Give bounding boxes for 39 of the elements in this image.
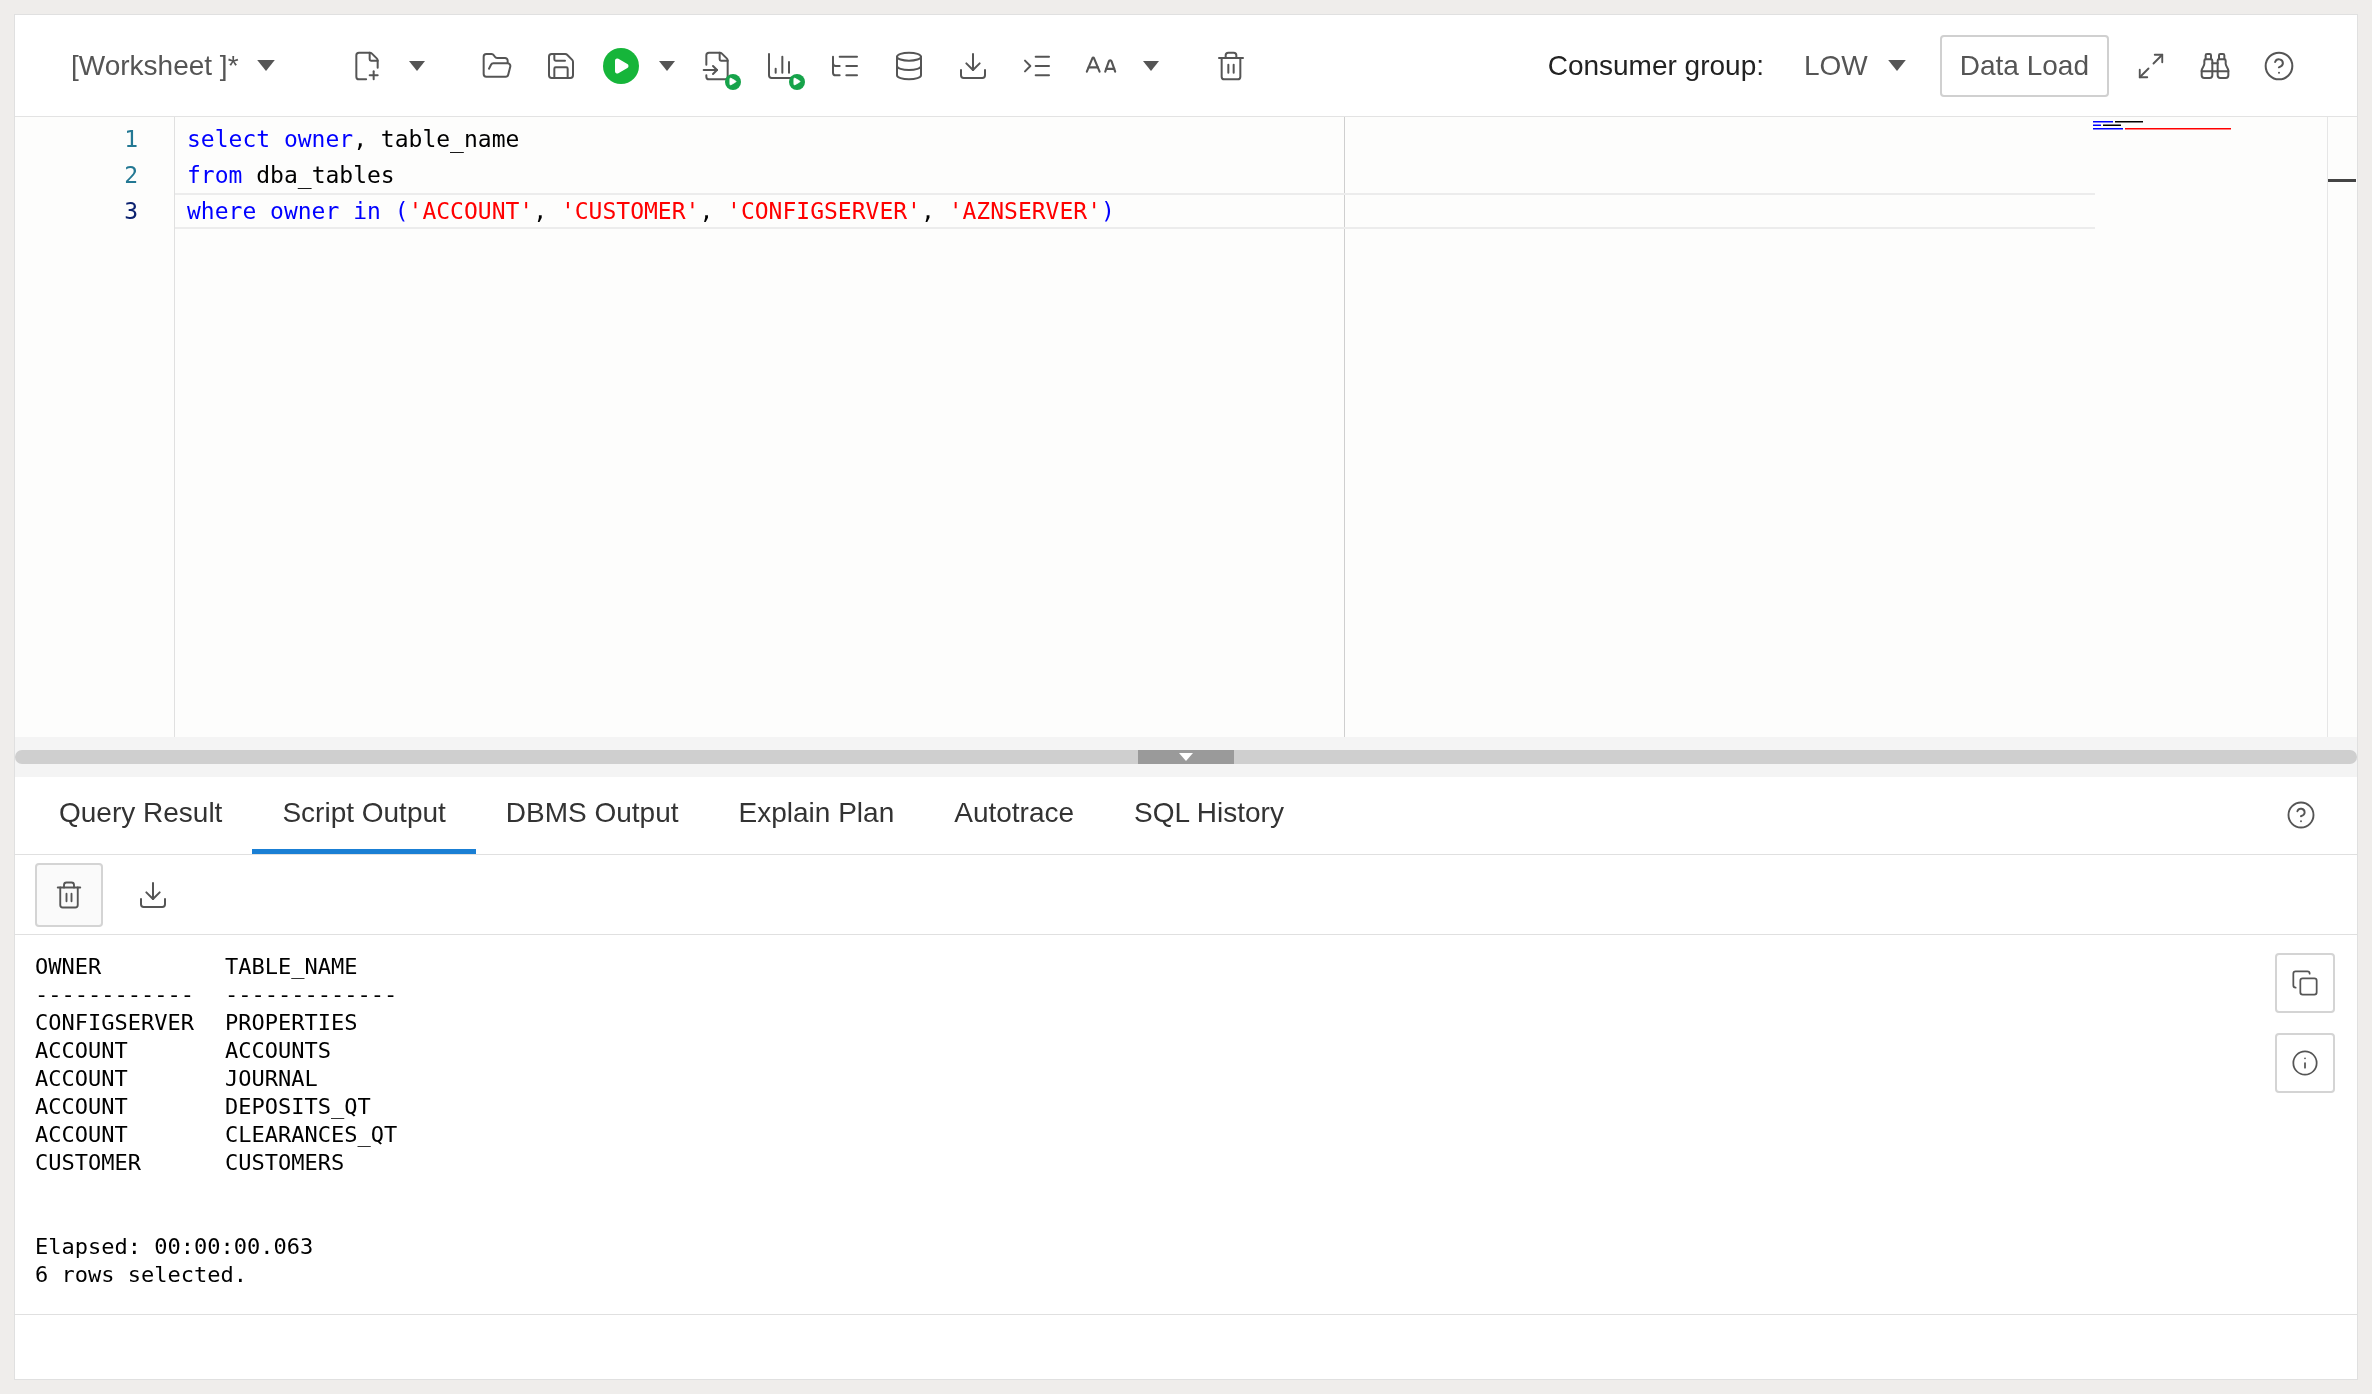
- output-line: ACCOUNT CLEARANCES_QT: [35, 1121, 398, 1149]
- caret-icon: [256, 60, 275, 71]
- play-icon[interactable]: [602, 47, 639, 84]
- output-line: 6 rows selected.: [35, 1261, 247, 1289]
- output-line: OWNER TABLE_NAME: [35, 953, 358, 981]
- clear-button[interactable]: [35, 862, 103, 927]
- output-line: ACCOUNT DEPOSITS_QT: [35, 1093, 371, 1121]
- data-load-button[interactable]: Data Load: [1939, 34, 2109, 97]
- output-tab[interactable]: Query Result: [29, 776, 253, 854]
- code-line: where owner in ('ACCOUNT', 'CUSTOMER', 'CONFIGSERVER', 'AZNSERVER'): [186, 196, 1115, 226]
- output-tab[interactable]: Script Output: [252, 776, 476, 854]
- copy-button[interactable]: [2275, 953, 2335, 1013]
- trash-icon: [54, 879, 84, 910]
- output-tab[interactable]: Autotrace: [924, 776, 1105, 854]
- output-line: CONFIGSERVER PROPERTIES: [35, 1009, 358, 1037]
- scroll-marker: [2328, 179, 2356, 182]
- worksheet-dropdown[interactable]: [Worksheet ]*: [71, 44, 275, 87]
- info-icon: [2291, 1049, 2319, 1077]
- code-line: from dba_tables: [186, 160, 395, 191]
- caret-icon[interactable]: [408, 60, 425, 71]
- output-tab[interactable]: SQL History: [1104, 776, 1314, 854]
- consumer-group-select[interactable]: LOW: [1804, 44, 1906, 87]
- code-line: select owner, table_name: [186, 124, 520, 155]
- output-line: ------------ -------------: [35, 981, 398, 1009]
- caret-icon[interactable]: [658, 60, 675, 71]
- output-tab[interactable]: DBMS Output: [475, 776, 709, 854]
- line-number: 2: [124, 160, 138, 190]
- output-line: ACCOUNT ACCOUNTS: [35, 1037, 331, 1065]
- consumer-group-label: Consumer group:: [1547, 48, 1764, 83]
- info-button[interactable]: [2275, 1033, 2335, 1093]
- line-number: 3: [124, 196, 138, 226]
- copy-icon: [2291, 969, 2319, 997]
- output-line: ACCOUNT JOURNAL: [35, 1065, 318, 1093]
- output-line: Elapsed: 00:00:00.063: [35, 1233, 314, 1261]
- output-tab[interactable]: Explain Plan: [708, 776, 925, 854]
- caret-icon: [1887, 60, 1906, 71]
- output-line: CUSTOMER CUSTOMERS: [35, 1149, 345, 1177]
- caret-icon[interactable]: [1142, 60, 1159, 71]
- line-number: 1: [124, 124, 138, 154]
